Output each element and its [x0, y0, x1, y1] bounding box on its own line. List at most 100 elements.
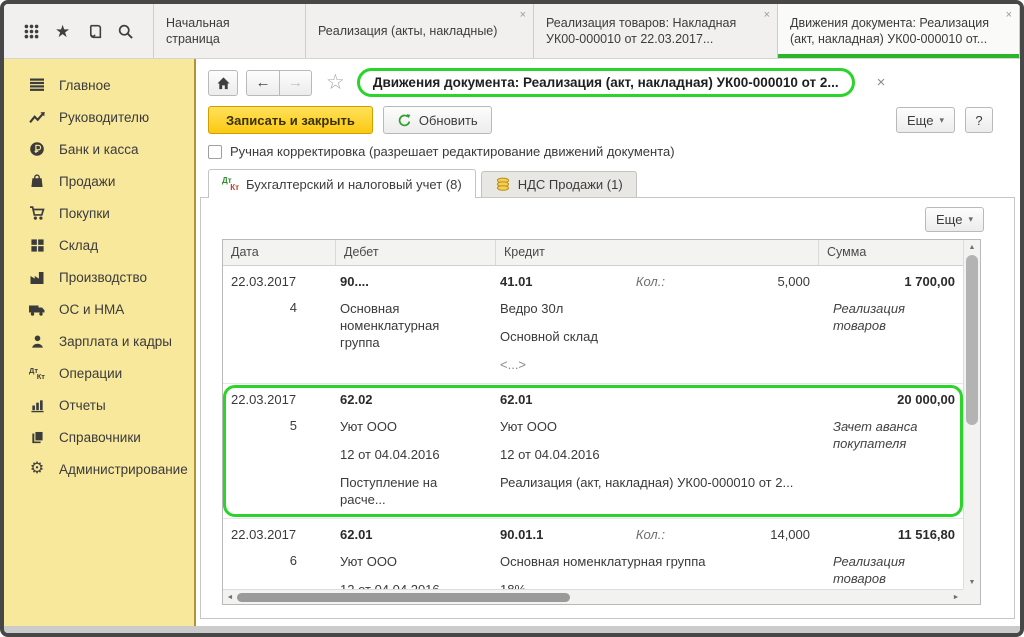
sidebar-item-label: Операции: [59, 366, 122, 381]
table-row[interactable]: 22.03.2017 6 62.01 Уют ООО 12 от 04.04.2…: [223, 519, 963, 589]
sidebar-item-bank-cash[interactable]: Банк и касса: [4, 133, 194, 165]
history-button[interactable]: [83, 20, 105, 42]
tab-document-movements[interactable]: Движения документа: Реализация (акт, нак…: [778, 4, 1020, 58]
table-row-highlighted[interactable]: 22.03.2017 5 62.02 Уют ООО 12 от 04.04.2…: [223, 384, 963, 519]
scroll-right-icon[interactable]: ►: [949, 594, 963, 601]
trend-chart-icon: [28, 109, 46, 125]
vertical-scrollbar[interactable]: ▲ ▼: [963, 240, 980, 589]
tab-home-page[interactable]: Начальная страница: [154, 4, 306, 58]
horizontal-scroll-thumb[interactable]: [237, 593, 570, 602]
tab-label: Движения документа: Реализация (акт, нак…: [790, 15, 995, 47]
vertical-scroll-thumb[interactable]: [966, 255, 978, 425]
nav-buttons: ← →: [246, 70, 312, 96]
sidebar-item-production[interactable]: Производство: [4, 261, 194, 293]
page-title: Движения документа: Реализация (акт, нак…: [357, 68, 855, 97]
register-panel: Еще ▾ Дата Дебет Кредит Сумма: [200, 197, 1015, 619]
sidebar-item-warehouse[interactable]: Склад: [4, 229, 194, 261]
factory-icon: [28, 269, 46, 285]
scroll-left-icon[interactable]: ◄: [223, 594, 237, 601]
favorite-star-icon[interactable]: ☆: [326, 70, 345, 95]
cell-sum: 11 516,80 Реализация товаров: [818, 527, 963, 589]
chevron-down-icon: ▾: [968, 214, 973, 225]
qty-value: 14,000: [665, 527, 810, 542]
app-window: ★ Начальная страница Реализация (акты,: [0, 0, 1024, 637]
sidebar-item-label: Администрирование: [59, 462, 188, 477]
favorites-button[interactable]: ★: [52, 20, 74, 42]
sidebar-item-label: Банк и касса: [59, 142, 139, 157]
person-icon: [28, 333, 46, 349]
scroll-down-icon[interactable]: ▼: [964, 575, 980, 589]
sidebar-item-label: ОС и НМА: [59, 302, 124, 317]
sidebar-item-label: Покупки: [59, 206, 110, 221]
refresh-icon: [397, 113, 412, 128]
tab-close-icon[interactable]: ×: [764, 10, 770, 21]
cell-credit: 62.01 Уют ООО 12 от 04.04.2016 Реализаци…: [495, 392, 818, 508]
manual-adjustment-checkbox[interactable]: [208, 145, 222, 159]
back-button[interactable]: ←: [246, 70, 280, 96]
tab-label: Реализация товаров: Накладная УК00-00001…: [546, 15, 753, 47]
sidebar-item-sales[interactable]: Продажи: [4, 165, 194, 197]
qty-label: Кол.:: [636, 274, 665, 289]
top-bar: ★ Начальная страница Реализация (акты,: [4, 4, 1020, 59]
cell-sum: 1 700,00 Реализация товаров: [818, 274, 963, 373]
tab-realization-list[interactable]: Реализация (акты, накладные) ×: [306, 4, 534, 58]
form-more-button[interactable]: Еще ▾: [896, 107, 955, 133]
sidebar-item-directories[interactable]: Справочники: [4, 421, 194, 453]
sidebar-item-manager[interactable]: Руководителю: [4, 101, 194, 133]
help-button[interactable]: ?: [965, 107, 993, 133]
tab-accounting-register[interactable]: Дт Кт Бухгалтерский и налоговый учет (8): [208, 169, 476, 198]
sidebar-item-reports[interactable]: Отчеты: [4, 389, 194, 421]
manual-adjustment-row: Ручная корректировка (разрешает редактир…: [196, 141, 1020, 169]
debit-credit-icon: Дт Кт: [28, 365, 46, 381]
manual-adjustment-label: Ручная корректировка (разрешает редактир…: [230, 144, 675, 159]
column-header-date[interactable]: Дата: [223, 240, 335, 265]
menu-grid-button[interactable]: [20, 20, 42, 42]
tab-close-icon[interactable]: ×: [1006, 10, 1012, 21]
sidebar-item-label: Главное: [59, 78, 111, 93]
table-header: Дата Дебет Кредит Сумма: [223, 240, 963, 266]
quick-toolbar: ★: [4, 4, 154, 58]
sidebar-item-label: Зарплата и кадры: [59, 334, 172, 349]
books-icon: [28, 429, 46, 445]
table-body: 22.03.2017 4 90.... Основная номенклатур…: [223, 266, 963, 589]
menu-lines-icon: [28, 77, 46, 93]
search-button[interactable]: [115, 20, 137, 42]
sidebar-item-administration[interactable]: ⚙ Администрирование: [4, 453, 194, 485]
forward-button[interactable]: →: [280, 70, 312, 96]
sidebar-item-label: Склад: [59, 238, 98, 253]
table-more-button[interactable]: Еще ▾: [925, 207, 984, 232]
home-button[interactable]: [208, 70, 238, 96]
sidebar-item-main[interactable]: Главное: [4, 69, 194, 101]
sidebar-item-payroll-hr[interactable]: Зарплата и кадры: [4, 325, 194, 357]
movements-table: Дата Дебет Кредит Сумма 22.03.2017 4: [222, 239, 981, 605]
sidebar-item-label: Отчеты: [59, 398, 106, 413]
tab-vat-sales-register[interactable]: НДС Продажи (1): [481, 171, 637, 197]
form-header: ← → ☆ Движения документа: Реализация (ак…: [196, 59, 1020, 101]
tab-realization-document[interactable]: Реализация товаров: Накладная УК00-00001…: [534, 4, 778, 58]
cell-date: 22.03.2017 4: [223, 274, 335, 373]
search-icon: [117, 23, 134, 40]
home-icon: [216, 76, 231, 90]
cart-icon: [28, 205, 46, 221]
tab-close-icon[interactable]: ×: [520, 10, 526, 21]
cell-credit: 90.01.1 Кол.: 14,000 Основная номенклату…: [495, 527, 818, 589]
main-area: ← → ☆ Движения документа: Реализация (ак…: [196, 59, 1020, 626]
sidebar-item-operations[interactable]: Дт Кт Операции: [4, 357, 194, 389]
table-row[interactable]: 22.03.2017 4 90.... Основная номенклатур…: [223, 266, 963, 384]
refresh-button[interactable]: Обновить: [383, 106, 492, 134]
column-header-credit[interactable]: Кредит: [495, 240, 818, 265]
debit-credit-icon: Дт Кт: [222, 176, 239, 192]
qty-value: 5,000: [665, 274, 810, 289]
column-header-sum[interactable]: Сумма: [818, 240, 963, 265]
save-and-close-button[interactable]: Записать и закрыть: [208, 106, 373, 134]
sidebar-item-label: Производство: [59, 270, 147, 285]
horizontal-scrollbar[interactable]: ◄ ►: [223, 589, 963, 604]
window-tabs: Начальная страница Реализация (акты, нак…: [154, 4, 1020, 58]
sidebar-item-purchases[interactable]: Покупки: [4, 197, 194, 229]
sidebar-item-fixed-assets[interactable]: ОС и НМА: [4, 293, 194, 325]
form-close-icon[interactable]: ×: [877, 74, 886, 91]
window-bottom-strip: [4, 626, 1020, 633]
cell-debit: 62.01 Уют ООО 12 от 04.04.2016: [335, 527, 495, 589]
scroll-up-icon[interactable]: ▲: [964, 240, 980, 254]
column-header-debit[interactable]: Дебет: [335, 240, 495, 265]
